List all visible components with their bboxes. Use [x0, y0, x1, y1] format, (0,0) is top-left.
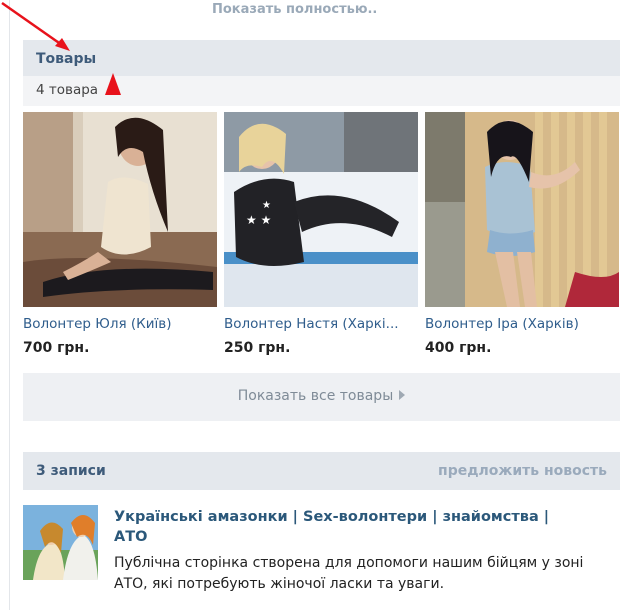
product-card[interactable]: Волонтер Юля (Київ) 700 грн. — [23, 112, 217, 356]
goods-title[interactable]: Товары — [36, 51, 96, 67]
goods-header[interactable]: Товары — [23, 40, 620, 76]
svg-text:★: ★ — [262, 200, 271, 211]
show-all-goods-button[interactable]: Показать все товары — [23, 373, 620, 421]
post-title[interactable]: Українські амазонки | Sex-волонтери | зн… — [114, 507, 584, 547]
product-photo[interactable]: ★ ★ ★ — [224, 112, 418, 307]
svg-text:★ ★: ★ ★ — [246, 213, 271, 227]
show-full-link[interactable]: Показать полностью.. — [212, 2, 377, 17]
product-photo[interactable] — [23, 112, 217, 307]
product-price: 400 грн. — [425, 340, 492, 356]
product-card[interactable]: ★ ★ ★ Волонтер Настя (Харкі... 250 грн. — [224, 112, 418, 356]
product-price: 700 грн. — [23, 340, 90, 356]
goods-count-bar: 4 товара — [23, 76, 620, 106]
posts-count[interactable]: 3 записи — [36, 463, 106, 479]
left-border — [9, 0, 10, 610]
product-name[interactable]: Волонтер Іра (Харків) — [425, 316, 620, 332]
product-card[interactable]: Волонтер Іра (Харків) 400 грн. — [425, 112, 619, 356]
product-name[interactable]: Волонтер Юля (Київ) — [23, 316, 219, 332]
show-all-label: Показать все товары — [237, 388, 394, 404]
post-avatar[interactable] — [23, 505, 98, 580]
product-price: 250 грн. — [224, 340, 291, 356]
product-photo[interactable] — [425, 112, 619, 307]
goods-count: 4 товара — [36, 82, 99, 98]
posts-header: 3 записи предложить новость — [23, 452, 620, 490]
post-text: Публічна сторінка створена для допомоги … — [114, 555, 584, 592]
product-name[interactable]: Волонтер Настя (Харкі... — [224, 316, 420, 332]
annotation-arrow-line — [1, 1, 63, 47]
suggest-news-link[interactable]: предложить новость — [438, 463, 607, 479]
chevron-right-icon — [399, 390, 406, 400]
